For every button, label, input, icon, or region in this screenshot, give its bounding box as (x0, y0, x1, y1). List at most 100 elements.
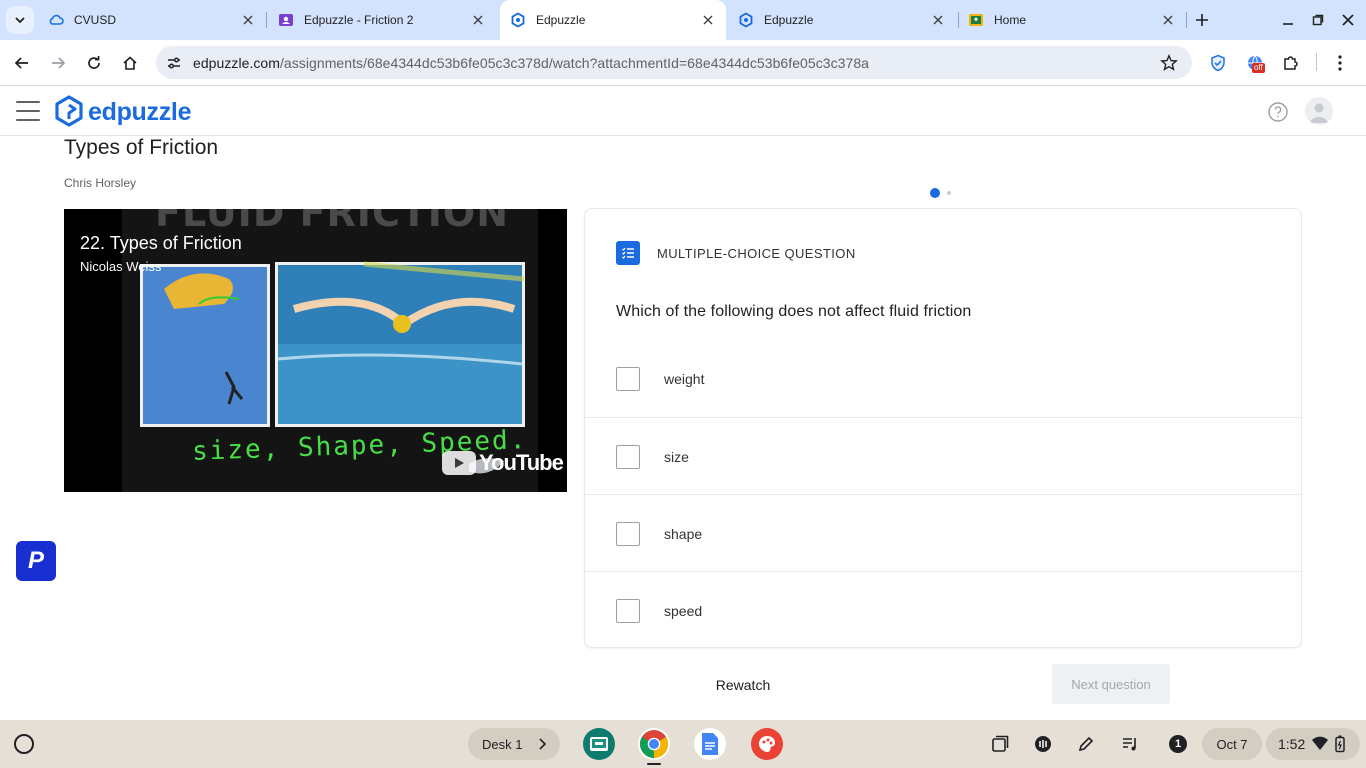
floating-extension-button[interactable]: P (16, 541, 56, 581)
toolbar-divider (1316, 53, 1317, 71)
edpuzzle-logo-icon (55, 95, 83, 127)
restore-icon (1312, 14, 1324, 26)
video-player[interactable]: FLUID FRICTION size, Shape, Speed. 22. T… (64, 209, 567, 492)
desk-switcher[interactable]: Desk 1 (468, 728, 560, 760)
notification-count: 1 (1169, 735, 1187, 753)
reload-button[interactable] (82, 51, 106, 75)
close-icon (1342, 14, 1354, 26)
chrome-app-icon[interactable] (638, 728, 670, 760)
accessibility-icon[interactable] (1030, 731, 1056, 757)
close-icon[interactable] (1160, 12, 1176, 28)
close-icon[interactable] (470, 12, 486, 28)
classroom-app-icon[interactable] (583, 728, 615, 760)
arrow-right-icon (52, 57, 66, 69)
launcher-button[interactable] (14, 734, 34, 754)
browser-toolbar: edpuzzle.com/assignments/68e4344dc53b6fe… (0, 40, 1366, 86)
notification-icon[interactable]: 1 (1165, 731, 1191, 757)
url-text: edpuzzle.com/assignments/68e4344dc53b6fe… (193, 55, 869, 71)
wifi-icon (1312, 736, 1329, 750)
youtube-play-icon (442, 451, 476, 475)
os-shelf: Desk 1 1 Oct 7 1:52 (0, 720, 1366, 768)
site-settings-icon[interactable] (166, 55, 182, 71)
question-pagination (930, 188, 951, 198)
choice-label: size (664, 449, 689, 465)
tab-title: Edpuzzle (536, 13, 586, 27)
close-icon[interactable] (700, 12, 716, 28)
assignment-author: Chris Horsley (64, 176, 137, 190)
tab-edpuzzle[interactable]: Edpuzzle (730, 0, 956, 40)
edpuzzle-favicon-icon (738, 12, 754, 28)
tab-title: Edpuzzle - Friction 2 (304, 13, 414, 27)
plus-icon (1196, 14, 1208, 26)
edpuzzle-logo[interactable]: edpuzzle (54, 95, 191, 129)
tab-search-button[interactable] (6, 6, 34, 34)
next-question-button[interactable]: Next question (1052, 664, 1170, 704)
back-button[interactable] (10, 51, 34, 75)
stylus-icon[interactable] (1073, 731, 1099, 757)
browser-tab-strip: CVUSD Edpuzzle - Friction 2 Edpuzzle Edp… (0, 0, 1366, 40)
choice-shape[interactable]: shape (585, 494, 1301, 571)
reload-icon (88, 56, 100, 69)
user-icon (1310, 103, 1328, 123)
youtube-label: YouTube (479, 450, 564, 475)
status-tray[interactable]: 1:52 (1266, 728, 1360, 760)
url-host: edpuzzle.com (193, 54, 280, 71)
pagination-dot-active[interactable] (930, 188, 940, 198)
close-icon[interactable] (240, 12, 256, 28)
docs-app-icon[interactable] (694, 728, 726, 760)
tab-home[interactable]: Home (960, 0, 1186, 40)
choice-speed[interactable]: speed (585, 571, 1301, 648)
question-type-label: MULTIPLE-CHOICE QUESTION (657, 246, 856, 261)
screen-capture-icon[interactable] (987, 731, 1013, 757)
chevron-down-icon (15, 17, 25, 24)
video-title: 22. Types of Friction (80, 233, 242, 253)
tab-edpuzzle-friction-2[interactable]: Edpuzzle - Friction 2 (270, 0, 496, 40)
browser-menu-button[interactable] (1329, 52, 1351, 74)
tab-title: Home (994, 13, 1027, 27)
tab-cvusd[interactable]: CVUSD (44, 0, 266, 40)
cloud-icon (48, 12, 64, 28)
address-bar[interactable]: edpuzzle.com/assignments/68e4344dc53b6fe… (156, 46, 1192, 79)
question-text: Which of the following does not affect f… (616, 303, 972, 320)
extension-shield-button[interactable] (1207, 52, 1229, 74)
battery-icon (1335, 735, 1345, 753)
forward-button[interactable] (46, 51, 70, 75)
choice-checkbox[interactable] (616, 367, 640, 391)
date-tray[interactable]: Oct 7 (1202, 728, 1262, 760)
date-label: Oct 7 (1216, 736, 1248, 752)
extension-blocker-button[interactable]: off (1244, 52, 1266, 74)
tab-divider (1186, 12, 1187, 28)
tab-divider (266, 12, 267, 28)
tab-edpuzzle-active[interactable]: Edpuzzle (500, 0, 726, 40)
rewatch-button[interactable]: Rewatch (700, 670, 786, 700)
chevron-right-icon (539, 738, 547, 750)
choice-size[interactable]: size (585, 417, 1301, 494)
choice-checkbox[interactable] (616, 445, 640, 469)
new-tab-button[interactable] (1192, 10, 1212, 30)
bookmark-star-icon[interactable] (1160, 54, 1178, 72)
edpuzzle-favicon-icon (510, 12, 526, 28)
choice-label: weight (664, 371, 705, 387)
shield-icon (1211, 54, 1225, 72)
choice-weight[interactable]: weight (585, 340, 1301, 417)
choice-checkbox[interactable] (616, 522, 640, 546)
home-icon (123, 56, 137, 70)
puzzle-piece-icon (1284, 56, 1298, 70)
classroom-icon (278, 12, 294, 28)
close-window-button[interactable] (1338, 10, 1358, 30)
home-button[interactable] (118, 51, 142, 75)
help-icon[interactable] (1268, 102, 1288, 122)
pagination-dot[interactable] (947, 191, 951, 195)
youtube-logo[interactable]: YouTube (442, 450, 564, 476)
extensions-menu-button[interactable] (1280, 52, 1302, 74)
minimize-button[interactable] (1278, 10, 1298, 30)
close-icon[interactable] (930, 12, 946, 28)
maximize-button[interactable] (1308, 10, 1328, 30)
avatar[interactable] (1305, 97, 1333, 125)
extension-badge: off (1252, 63, 1265, 73)
menu-icon[interactable] (16, 101, 40, 121)
media-controls-icon[interactable] (1117, 731, 1143, 757)
canvas-app-icon[interactable] (751, 728, 783, 760)
tab-divider (958, 12, 959, 28)
choice-checkbox[interactable] (616, 599, 640, 623)
